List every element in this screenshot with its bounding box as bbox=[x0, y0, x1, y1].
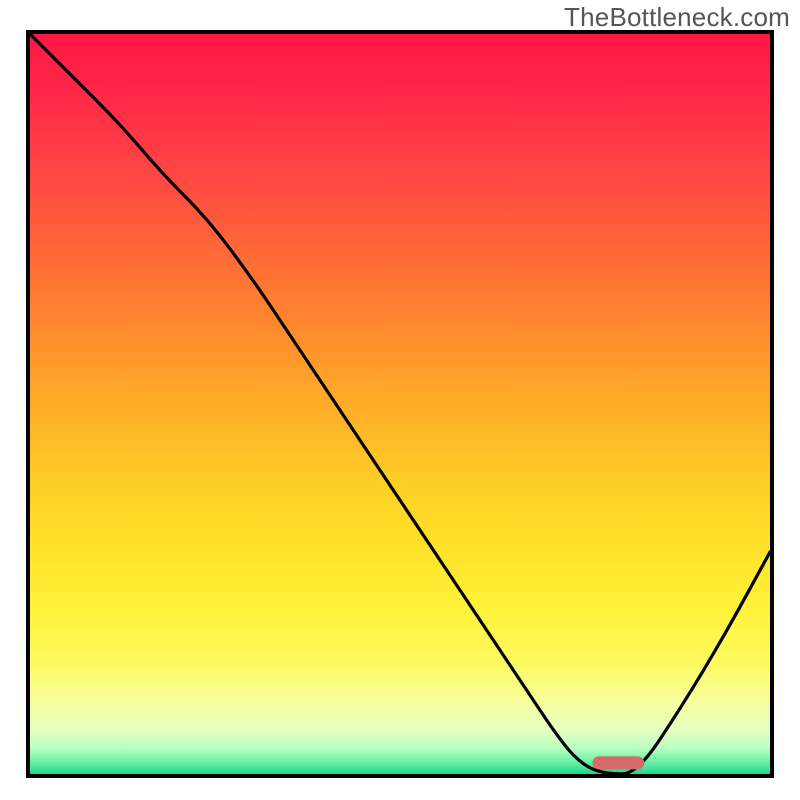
optimal-marker bbox=[592, 756, 644, 769]
watermark-text: TheBottleneck.com bbox=[564, 2, 790, 33]
bottleneck-curve bbox=[30, 34, 770, 774]
chart-container: TheBottleneck.com bbox=[0, 0, 800, 800]
plot-area bbox=[30, 34, 770, 774]
plot-frame bbox=[26, 30, 774, 778]
